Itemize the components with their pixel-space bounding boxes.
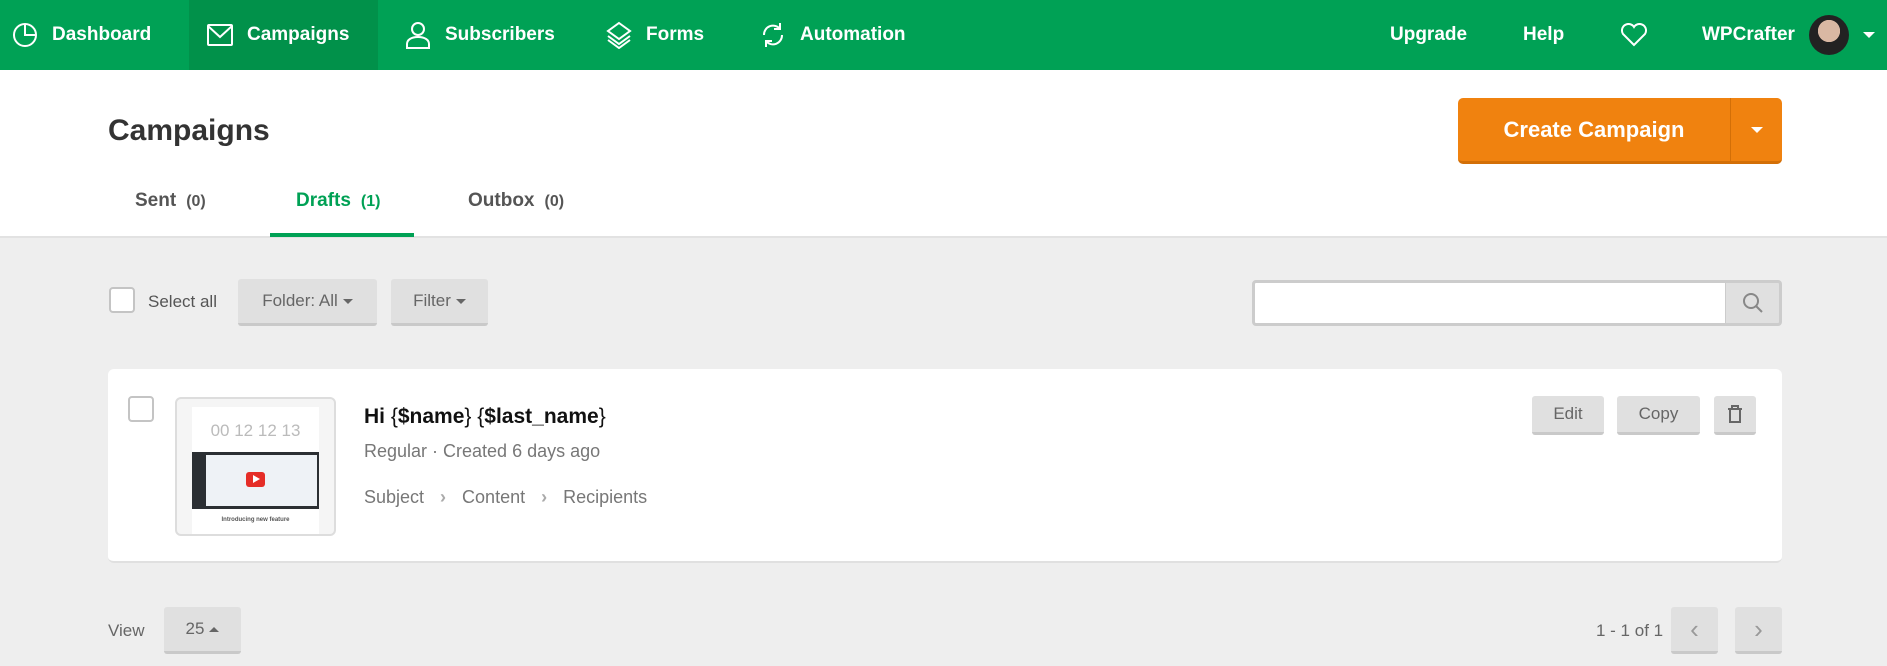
- campaign-steps: Subject › Content › Recipients: [364, 487, 647, 508]
- tab-sent[interactable]: Sent (0): [135, 190, 206, 212]
- page-header: Campaigns Create Campaign Sent (0) Drafts…: [0, 70, 1887, 238]
- heart-icon: [1620, 23, 1648, 47]
- nav-forms[interactable]: Forms: [606, 0, 704, 70]
- next-page-button[interactable]: ›: [1735, 607, 1782, 654]
- caret-down-icon: [455, 298, 466, 304]
- prev-page-button[interactable]: ‹: [1671, 607, 1718, 654]
- create-campaign-group: Create Campaign: [1458, 98, 1782, 164]
- select-all-checkbox[interactable]: [109, 287, 135, 313]
- help-link[interactable]: Help: [1523, 0, 1564, 70]
- create-campaign-dropdown[interactable]: [1730, 98, 1782, 161]
- page-title: Campaigns: [108, 114, 270, 147]
- campaign-checkbox[interactable]: [128, 396, 154, 422]
- nav-campaigns[interactable]: Campaigns: [189, 0, 378, 70]
- envelope-icon: [207, 24, 233, 46]
- nav-dashboard[interactable]: Dashboard: [0, 0, 189, 70]
- chevron-left-icon: ‹: [1690, 613, 1699, 644]
- trash-icon: [1728, 405, 1742, 423]
- folder-dropdown[interactable]: Folder: All: [238, 279, 377, 326]
- campaign-title[interactable]: Hi {$name} {$last_name}: [364, 405, 606, 429]
- campaign-thumbnail[interactable]: 00 12 12 13 Introducing new feature: [175, 397, 336, 536]
- view-label: View: [108, 621, 145, 640]
- nav-automation[interactable]: Automation: [760, 0, 906, 70]
- create-campaign-button[interactable]: Create Campaign: [1458, 98, 1730, 161]
- campaign-meta: Regular · Created 6 days ago: [364, 441, 601, 461]
- step-recipients[interactable]: Recipients: [563, 487, 647, 508]
- caret-up-icon: [209, 626, 220, 632]
- favorites-button[interactable]: [1620, 0, 1662, 70]
- user-icon: [406, 22, 430, 49]
- nav-subscribers[interactable]: Subscribers: [405, 0, 555, 70]
- chevron-right-icon: ›: [440, 487, 447, 507]
- play-icon: [246, 472, 265, 487]
- step-content[interactable]: Content: [462, 487, 525, 508]
- tab-drafts[interactable]: Drafts (1): [296, 190, 380, 212]
- step-subject[interactable]: Subject: [364, 487, 424, 508]
- delete-button[interactable]: [1714, 396, 1756, 435]
- select-all-label: Select all: [148, 292, 217, 311]
- caret-down-icon: [342, 298, 353, 304]
- chevron-down-icon: [1862, 32, 1875, 38]
- tab-outbox[interactable]: Outbox (0): [468, 190, 564, 212]
- search-icon: [1742, 293, 1763, 313]
- layers-icon: [606, 21, 632, 49]
- campaign-card: 00 12 12 13 Introducing new feature Hi {…: [108, 369, 1782, 563]
- edit-button[interactable]: Edit: [1532, 396, 1604, 435]
- pagination-range: 1 - 1 of 1: [1596, 621, 1664, 640]
- refresh-icon: [762, 23, 784, 47]
- copy-button[interactable]: Copy: [1617, 396, 1700, 435]
- search-input[interactable]: [1252, 280, 1728, 326]
- pie-chart-icon: [13, 23, 37, 47]
- user-menu[interactable]: WPCrafter: [1702, 0, 1875, 70]
- filter-dropdown[interactable]: Filter: [391, 279, 488, 326]
- avatar: [1808, 15, 1849, 55]
- per-page-select[interactable]: 25: [164, 607, 241, 654]
- search-button[interactable]: [1726, 280, 1782, 326]
- active-tab-indicator: [270, 233, 414, 237]
- chevron-right-icon: ›: [541, 487, 548, 507]
- top-nav: Dashboard Campaigns Subscribers Forms Au…: [0, 0, 1887, 70]
- upgrade-link[interactable]: Upgrade: [1390, 0, 1467, 70]
- caret-down-icon: [1750, 126, 1763, 133]
- chevron-right-icon: ›: [1754, 613, 1763, 644]
